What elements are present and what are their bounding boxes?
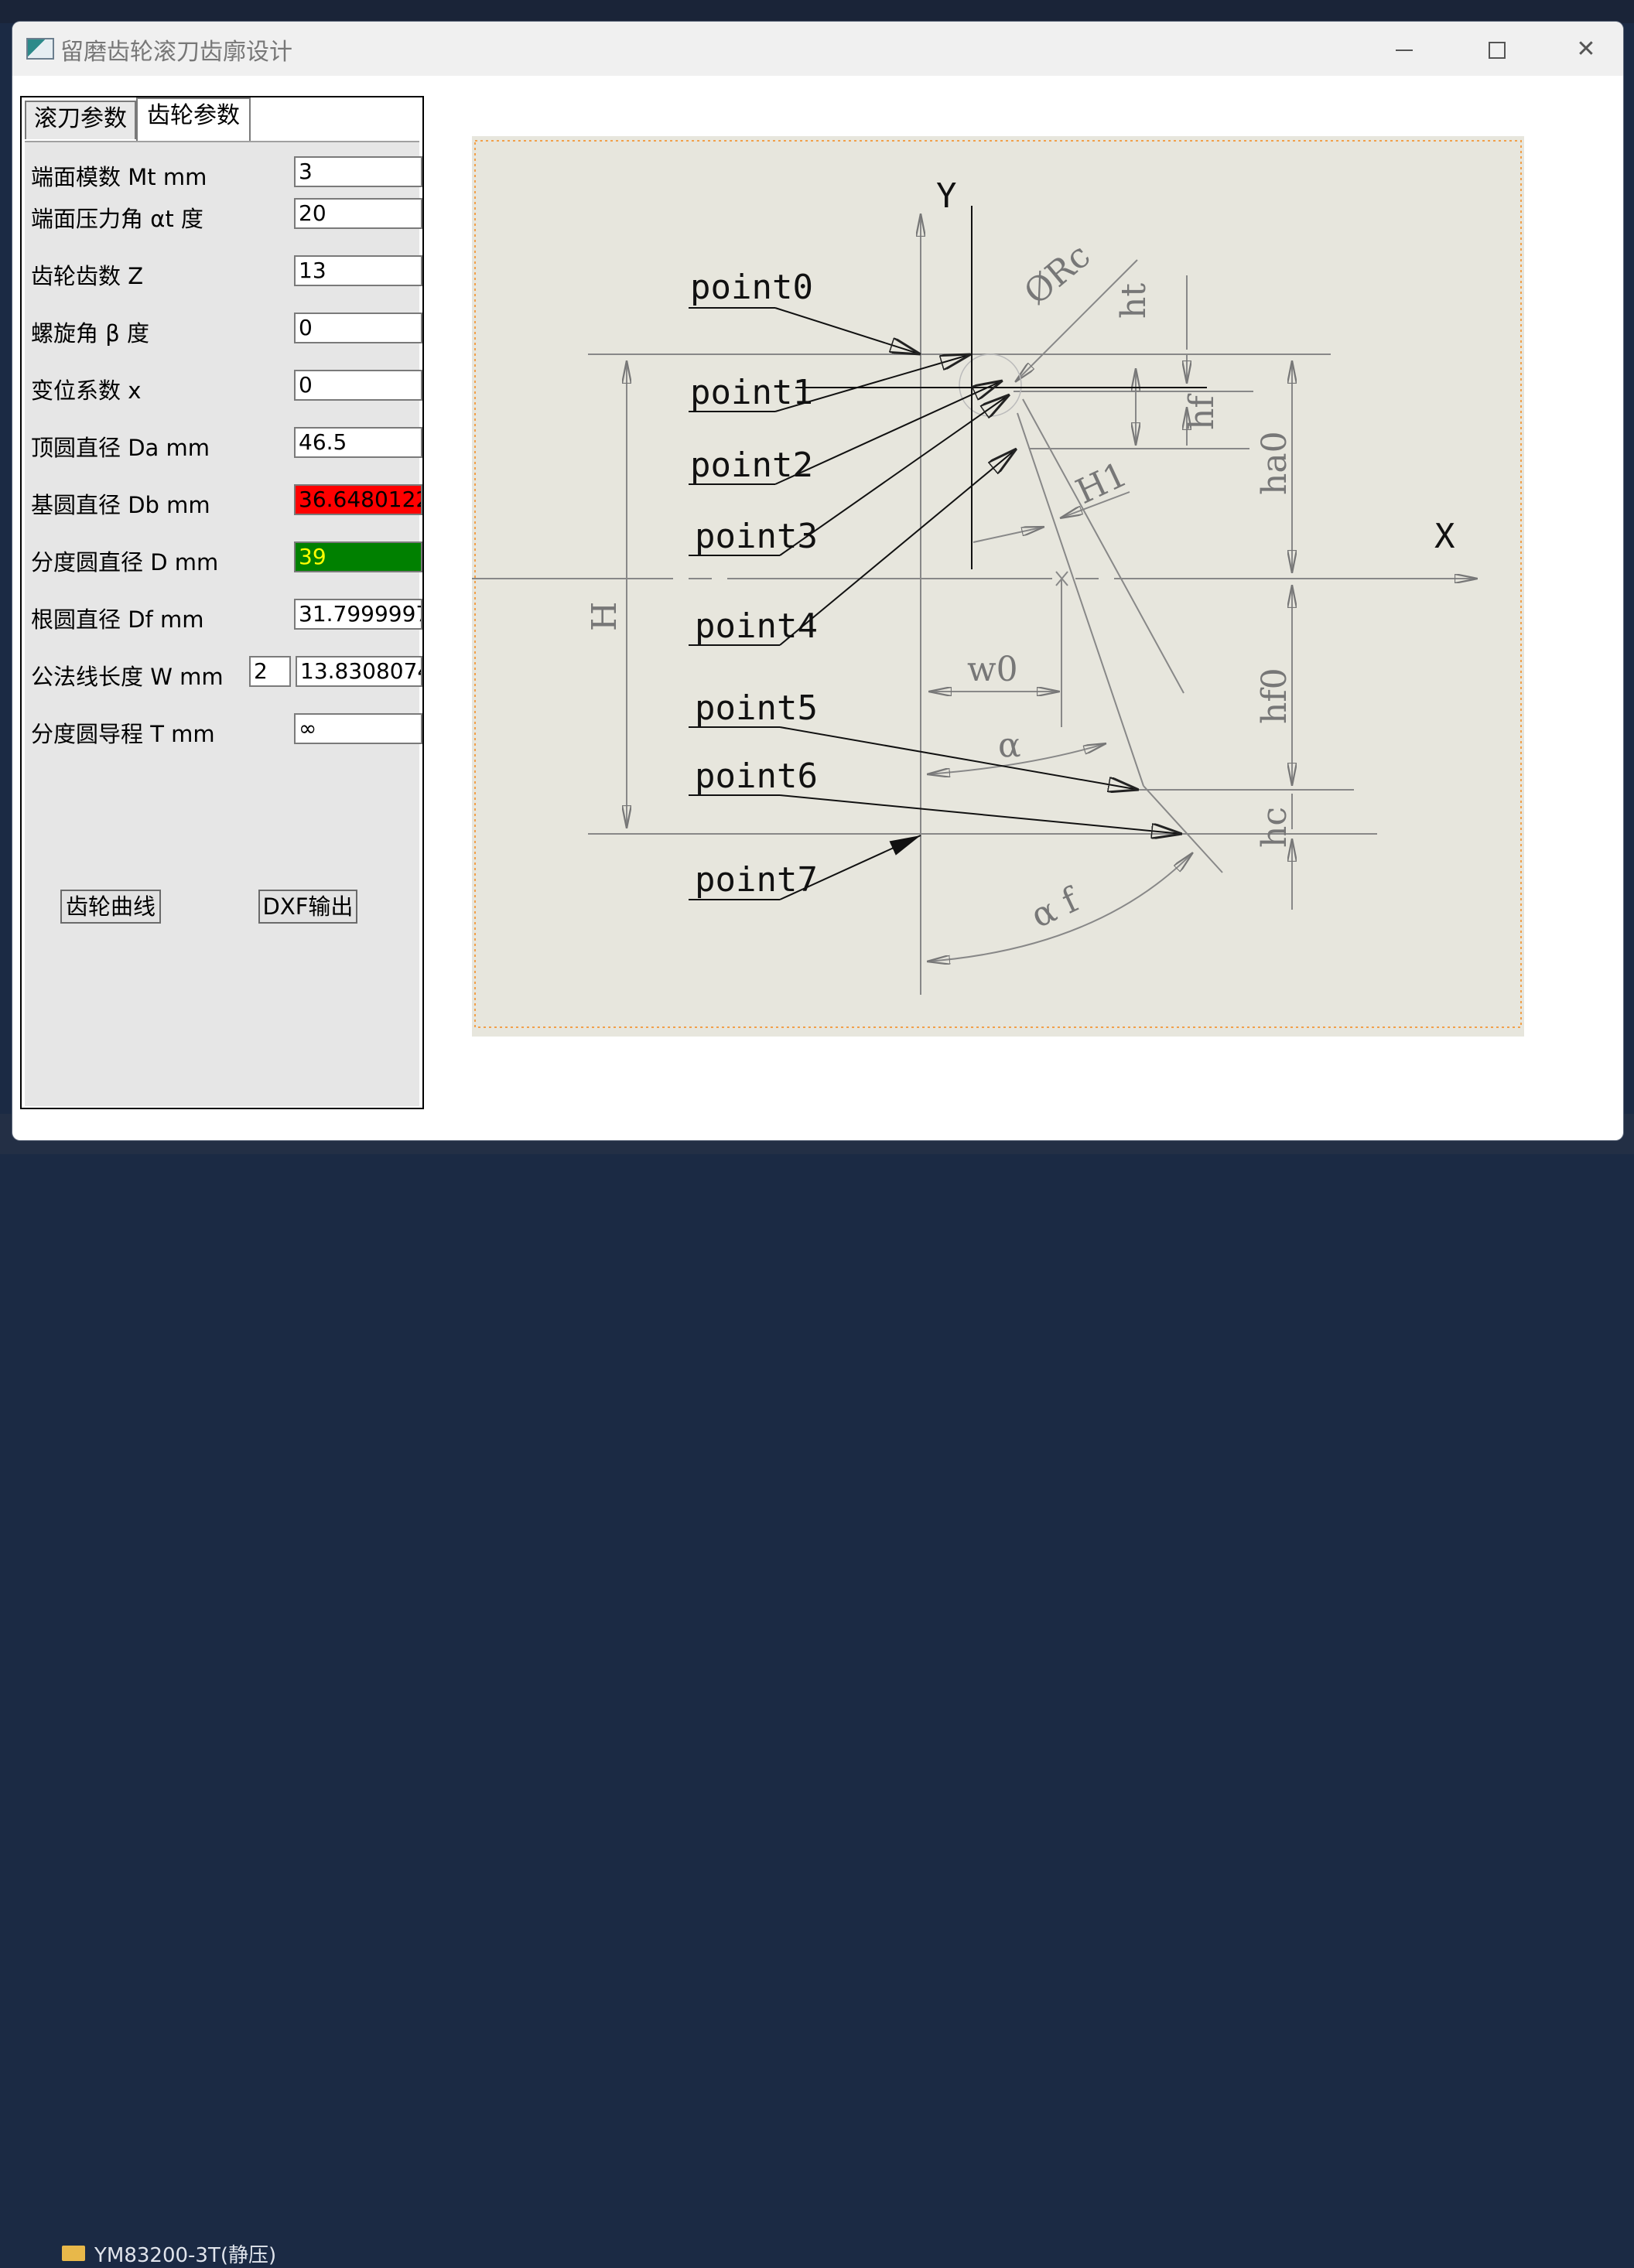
app-window: 留磨齿轮滚刀齿廓设计 ✕ 滚刀参数 齿轮参数 端面模数 Mt mm 3 端面压力… [12, 22, 1623, 1140]
ha0-dimension: ha0 [1255, 431, 1294, 495]
minimize-button[interactable] [1388, 36, 1419, 63]
point2-label: point2 [690, 446, 813, 485]
pitch-diameter-output[interactable]: 39 [294, 541, 422, 572]
tooth-profile-diagram: point0 point1 point2 point3 point4 point… [472, 136, 1524, 1037]
minimize-icon [1396, 50, 1413, 51]
field-label: 分度圆直径 D mm [31, 549, 219, 576]
alpha-dimension: α [998, 726, 1021, 765]
title-bar[interactable]: 留磨齿轮滚刀齿廓设计 ✕ [12, 22, 1623, 76]
field-label: 基圆直径 Db mm [31, 492, 210, 518]
lead-input[interactable]: ∞ [294, 713, 422, 744]
close-button[interactable]: ✕ [1571, 36, 1602, 63]
window-title: 留磨齿轮滚刀齿廓设计 [60, 39, 292, 66]
h-dimension: H [585, 602, 624, 631]
field-label: 根圆直径 Df mm [31, 606, 204, 633]
point7-label: point7 [695, 860, 818, 900]
module-input[interactable]: 3 [294, 156, 422, 187]
folder-icon[interactable] [62, 2246, 85, 2261]
close-icon: ✕ [1576, 36, 1596, 63]
hc-dimension: hc [1255, 807, 1294, 848]
w0-dimension: w0 [967, 650, 1018, 689]
y-axis-label: Y [936, 176, 957, 216]
field-label: 齿轮齿数 Z [31, 263, 144, 289]
field-label: 端面模数 Mt mm [31, 164, 207, 190]
maximize-button[interactable] [1481, 36, 1512, 63]
point1-label: point1 [690, 373, 813, 412]
x-axis-label: X [1434, 517, 1455, 556]
point3-label: point3 [695, 517, 818, 556]
span-length-output[interactable]: 13.8308074 [296, 656, 422, 687]
point5-label: point5 [695, 688, 818, 728]
gear-curve-button[interactable]: 齿轮曲线 [60, 890, 161, 924]
app-icon [26, 38, 54, 60]
desktop-background [0, 0, 1634, 23]
field-label: 顶圆直径 Da mm [31, 435, 210, 461]
point0-label: point0 [690, 268, 813, 307]
field-label: 变位系数 x [31, 377, 142, 404]
tab-content: 端面模数 Mt mm 3 端面压力角 αt 度 20 齿轮齿数 Z 13 螺旋角… [25, 141, 422, 1106]
tab-gear-params[interactable]: 齿轮参数 [136, 97, 251, 141]
base-diameter-output[interactable]: 36.6480122 [294, 484, 422, 515]
dxf-output-button[interactable]: DXF输出 [258, 890, 357, 924]
field-label: 螺旋角 β 度 [31, 320, 149, 347]
field-label: 端面压力角 αt 度 [31, 206, 203, 232]
point6-label: point6 [695, 757, 818, 796]
hf0-dimension: hf0 [1255, 668, 1294, 724]
tip-diameter-input[interactable]: 46.5 [294, 427, 422, 458]
tab-hob-params[interactable]: 滚刀参数 [25, 101, 136, 139]
field-label: 公法线长度 W mm [31, 664, 224, 690]
hf-dimension: hf [1182, 394, 1222, 430]
helix-angle-input[interactable]: 0 [294, 313, 422, 343]
pressure-angle-input[interactable]: 20 [294, 198, 422, 229]
taskbar-item-label[interactable]: YM83200-3T(静压) [94, 2239, 276, 2268]
root-diameter-input[interactable]: 31.7999997 [294, 599, 422, 630]
maximize-icon [1489, 42, 1506, 59]
point4-label: point4 [695, 606, 818, 646]
field-label: 分度圆导程 T mm [31, 721, 215, 747]
parameter-panel: 滚刀参数 齿轮参数 端面模数 Mt mm 3 端面压力角 αt 度 20 齿轮齿… [20, 96, 424, 1109]
rc-dimension: ØRc [1017, 236, 1098, 313]
alpha-f-dimension: α f [1025, 880, 1085, 936]
diagram-canvas: point0 point1 point2 point3 point4 point… [472, 140, 1522, 1028]
span-teeth-input[interactable]: 2 [249, 656, 291, 687]
teeth-count-input[interactable]: 13 [294, 255, 422, 286]
shift-coefficient-input[interactable]: 0 [294, 370, 422, 401]
ht-dimension: ht [1114, 283, 1154, 319]
